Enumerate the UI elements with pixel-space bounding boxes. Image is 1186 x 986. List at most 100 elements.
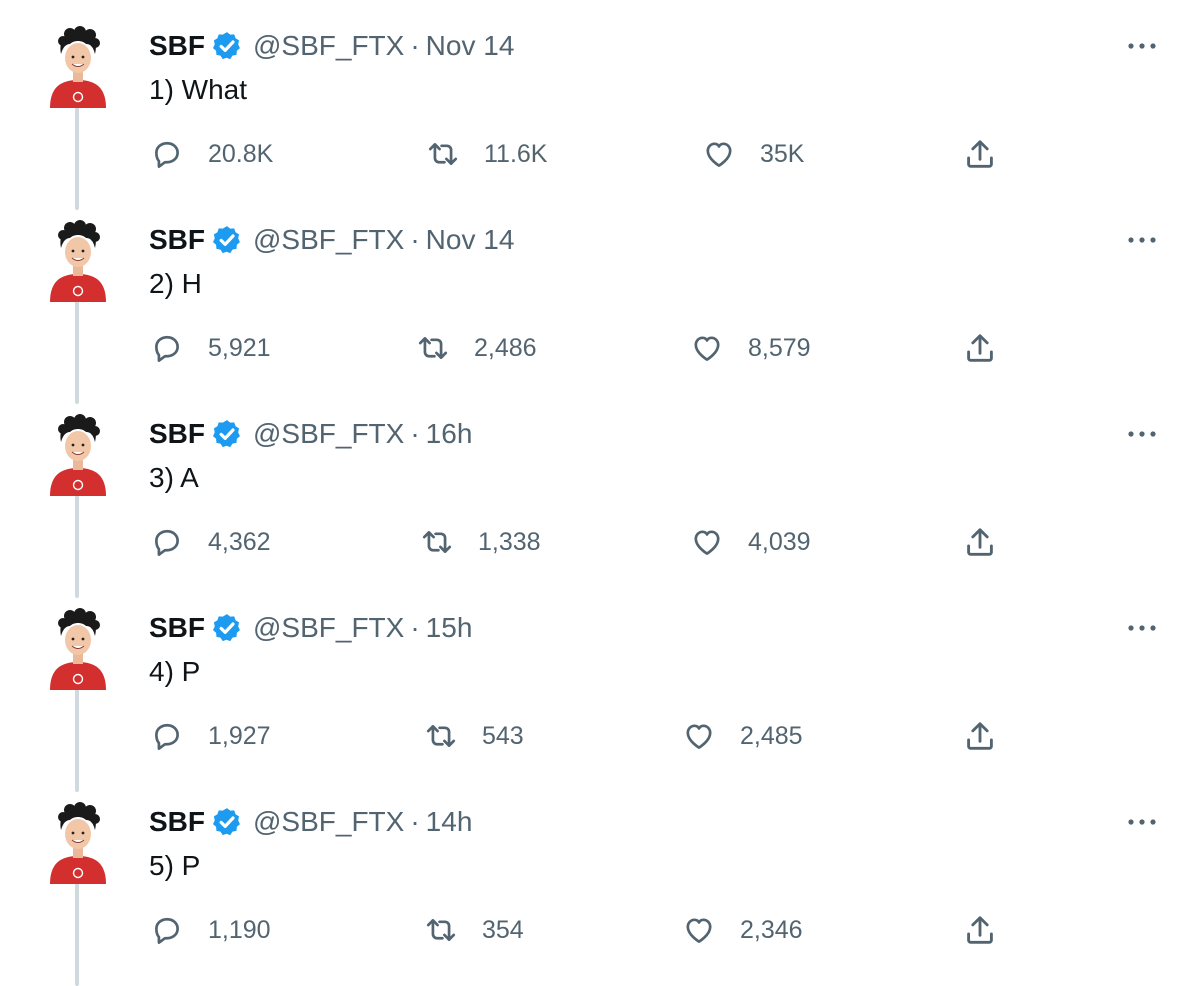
author-handle[interactable]: @SBF_FTX <box>253 802 404 842</box>
tweet-header: SBF @SBF_FTX · 16h <box>149 414 472 454</box>
like-button[interactable]: 4,039 <box>690 526 811 558</box>
share-button[interactable] <box>962 136 998 172</box>
retweet-count: 354 <box>482 915 524 944</box>
retweet-button[interactable]: 543 <box>424 720 524 752</box>
reply-button[interactable]: 5,921 <box>150 332 271 364</box>
retweet-icon <box>428 143 458 165</box>
avatar[interactable] <box>46 24 110 108</box>
reply-icon <box>155 335 179 362</box>
share-button[interactable] <box>962 330 998 366</box>
thread-connector-line <box>75 874 79 986</box>
like-button[interactable]: 2,346 <box>682 914 803 946</box>
tweet[interactable]: SBF @SBF_FTX · 15h 4) P 1,927 543 2,485 <box>0 582 1186 792</box>
tweet-timestamp[interactable]: 15h <box>426 608 473 648</box>
reply-count: 20.8K <box>208 139 274 168</box>
retweet-icon <box>426 919 456 941</box>
reply-button[interactable]: 1,190 <box>150 914 271 946</box>
author-handle[interactable]: @SBF_FTX <box>253 608 404 648</box>
tweet-timestamp[interactable]: 16h <box>426 414 473 454</box>
like-count: 35K <box>760 139 805 168</box>
author-name[interactable]: SBF <box>149 608 205 648</box>
more-icon <box>1128 43 1156 49</box>
tweet-text: 1) What <box>149 74 248 105</box>
tweet-timestamp[interactable]: Nov 14 <box>426 220 515 260</box>
verified-badge-icon <box>211 806 243 838</box>
reply-button[interactable]: 4,362 <box>150 526 271 558</box>
author-handle[interactable]: @SBF_FTX <box>253 414 404 454</box>
like-button[interactable]: 2,485 <box>682 720 803 752</box>
like-button[interactable]: 35K <box>702 138 804 170</box>
more-options-button[interactable] <box>1122 614 1162 642</box>
more-icon <box>1128 625 1156 631</box>
share-button[interactable] <box>962 912 998 948</box>
reply-icon <box>155 529 179 556</box>
verified-badge-icon <box>211 612 243 644</box>
tweet[interactable]: SBF @SBF_FTX · Nov 14 1) What 20.8K 11.6… <box>0 0 1186 210</box>
tweet-text: 5) P <box>149 850 201 881</box>
tweet-header: SBF @SBF_FTX · Nov 14 <box>149 26 514 66</box>
more-icon <box>1128 819 1156 825</box>
heart-icon <box>686 918 712 943</box>
share-button[interactable] <box>962 524 998 560</box>
share-button[interactable] <box>962 718 998 754</box>
more-icon <box>1128 237 1156 243</box>
reply-icon <box>155 917 179 944</box>
tweet[interactable]: SBF @SBF_FTX · Nov 14 2) H 5,921 2,486 8… <box>0 194 1186 404</box>
reply-count: 4,362 <box>208 527 271 556</box>
like-count: 8,579 <box>748 333 811 362</box>
share-icon <box>967 334 993 362</box>
verified-badge-icon <box>211 418 243 450</box>
separator-dot: · <box>410 806 420 837</box>
tweet-header: SBF @SBF_FTX · 15h <box>149 608 472 648</box>
reply-count: 1,927 <box>208 721 271 750</box>
author-handle[interactable]: @SBF_FTX <box>253 220 404 260</box>
share-icon <box>967 916 993 944</box>
reply-button[interactable]: 20.8K <box>150 138 273 170</box>
tweet-timestamp[interactable]: 14h <box>426 802 473 842</box>
like-count: 4,039 <box>748 527 811 556</box>
tweet[interactable]: SBF @SBF_FTX · 14h 5) P 1,190 354 2,346 <box>0 776 1186 986</box>
share-icon <box>967 722 993 750</box>
avatar[interactable] <box>46 606 110 690</box>
retweet-icon <box>418 337 448 359</box>
author-name[interactable]: SBF <box>149 802 205 842</box>
avatar[interactable] <box>46 218 110 302</box>
tweet-header: SBF @SBF_FTX · 14h <box>149 802 472 842</box>
separator-dot: · <box>410 418 420 449</box>
tweet-thread: SBF @SBF_FTX · Nov 14 1) What 20.8K 11.6… <box>0 0 1186 986</box>
retweet-button[interactable]: 1,338 <box>420 526 541 558</box>
tweet-text: 3) A <box>149 462 199 493</box>
verified-badge-icon <box>211 30 243 62</box>
avatar[interactable] <box>46 412 110 496</box>
separator-dot: · <box>410 612 420 643</box>
reply-button[interactable]: 1,927 <box>150 720 271 752</box>
more-options-button[interactable] <box>1122 420 1162 448</box>
author-name[interactable]: SBF <box>149 414 205 454</box>
avatar[interactable] <box>46 800 110 884</box>
retweet-count: 11.6K <box>484 139 548 168</box>
retweet-button[interactable]: 354 <box>424 914 524 946</box>
retweet-icon <box>422 531 452 553</box>
retweet-icon <box>426 725 456 747</box>
more-options-button[interactable] <box>1122 808 1162 836</box>
more-options-button[interactable] <box>1122 226 1162 254</box>
tweet[interactable]: SBF @SBF_FTX · 16h 3) A 4,362 1,338 4,03… <box>0 388 1186 598</box>
tweet-timestamp[interactable]: Nov 14 <box>426 26 515 66</box>
like-button[interactable]: 8,579 <box>690 332 811 364</box>
retweet-count: 543 <box>482 721 524 750</box>
author-handle[interactable]: @SBF_FTX <box>253 26 404 66</box>
heart-icon <box>706 142 732 167</box>
more-options-button[interactable] <box>1122 32 1162 60</box>
heart-icon <box>694 530 720 555</box>
reply-count: 1,190 <box>208 915 271 944</box>
retweet-button[interactable]: 2,486 <box>416 332 537 364</box>
retweet-button[interactable]: 11.6K <box>426 138 547 170</box>
author-name[interactable]: SBF <box>149 26 205 66</box>
reply-count: 5,921 <box>208 333 271 362</box>
separator-dot: · <box>410 224 420 255</box>
share-icon <box>967 140 993 168</box>
author-name[interactable]: SBF <box>149 220 205 260</box>
verified-badge-icon <box>211 224 243 256</box>
share-icon <box>967 528 993 556</box>
retweet-count: 2,486 <box>474 333 537 362</box>
